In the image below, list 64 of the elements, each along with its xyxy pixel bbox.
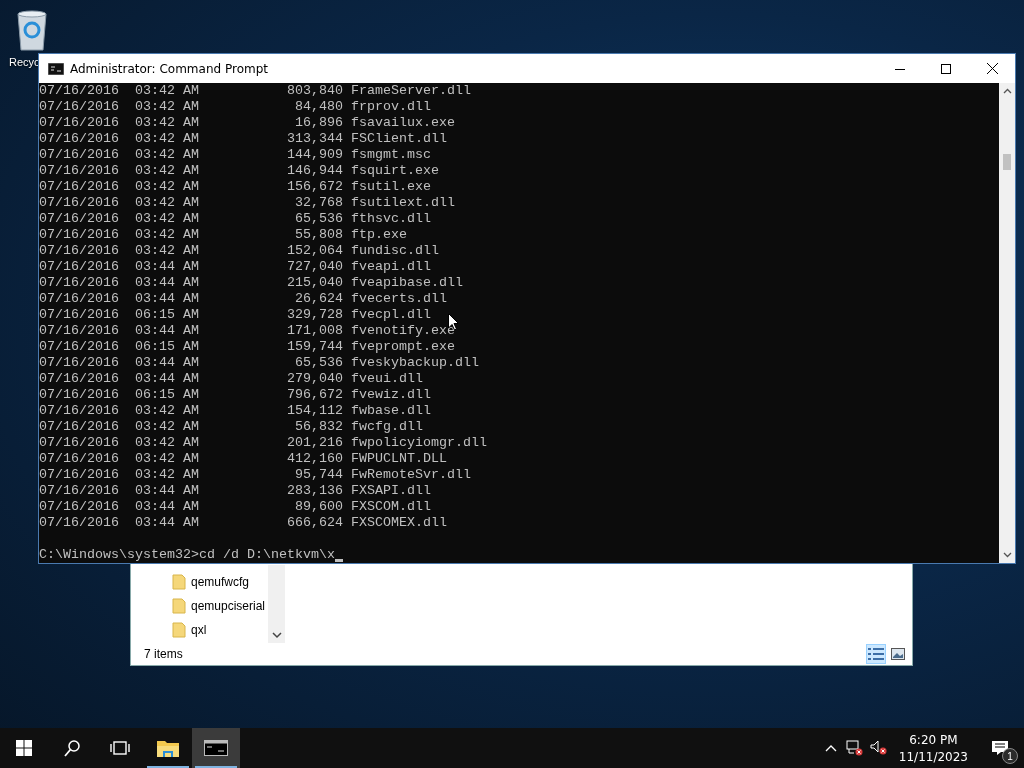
large-icons-view-icon xyxy=(891,648,905,660)
console-line: 07/16/2016 03:42 AM 144,909 fsmgmt.msc xyxy=(39,147,431,163)
console-icon xyxy=(48,62,64,75)
console-line: 07/16/2016 03:44 AM 283,136 FXSAPI.dll xyxy=(39,483,431,499)
item-count: 7 items xyxy=(144,647,183,661)
console-line: 07/16/2016 03:42 AM 65,536 fthsvc.dll xyxy=(39,211,431,227)
folder-icon xyxy=(172,598,186,614)
desktop-icon-label[interactable]: Recyc xyxy=(7,56,40,68)
details-view-icon xyxy=(868,648,884,660)
folder-item[interactable]: qemufwcfg xyxy=(172,573,286,591)
scrollbar[interactable] xyxy=(268,565,285,643)
console-line: 07/16/2016 03:42 AM 146,944 fsquirt.exe xyxy=(39,163,439,179)
close-icon xyxy=(986,63,998,74)
console-line: 07/16/2016 03:42 AM 412,160 FWPUCLNT.DLL xyxy=(39,451,447,467)
console-line: 07/16/2016 03:44 AM 65,536 fveskybackup.dll xyxy=(39,355,479,371)
taskbar-app-button[interactable] xyxy=(192,728,240,768)
console-line: 07/16/2016 03:44 AM 26,624 fvecerts.dll xyxy=(39,291,447,307)
action-center-button[interactable]: 1 xyxy=(976,728,1024,768)
console-line: 07/16/2016 03:42 AM 16,896 fsavailux.exe xyxy=(39,115,455,131)
clock-button[interactable]: 6:20 PM 11/11/2023 xyxy=(890,728,976,768)
console-line: 07/16/2016 03:44 AM 666,624 FXSCOMEX.dll xyxy=(39,515,447,531)
view-button[interactable] xyxy=(866,644,886,664)
folder-icon xyxy=(172,574,186,590)
window-title: Administrator: Command Prompt xyxy=(70,61,268,76)
console-line: 07/16/2016 03:44 AM 89,600 FXSCOM.dll xyxy=(39,499,431,515)
folder-item[interactable]: qemupciserial xyxy=(172,597,286,615)
chevron-up-icon[interactable] xyxy=(1002,88,1012,94)
console-line: 07/16/2016 06:15 AM 159,744 fveprompt.exe xyxy=(39,339,455,355)
chevron-down-icon[interactable] xyxy=(271,631,282,639)
console-line: 07/16/2016 03:42 AM 156,672 fsutil.exe xyxy=(39,179,431,195)
scrollbar[interactable] xyxy=(999,83,1015,563)
console-line: 07/16/2016 03:42 AM 95,744 FwRemoteSvr.dll xyxy=(39,467,471,483)
chevron-down-icon[interactable] xyxy=(1002,552,1012,558)
network-error-icon xyxy=(845,740,864,756)
folder-item[interactable]: qxl xyxy=(172,621,286,639)
console-line: 07/16/2016 03:42 AM 201,216 fwpolicyiomgr.dll xyxy=(39,435,487,451)
windows-logo-icon xyxy=(16,740,32,756)
text-cursor xyxy=(334,559,343,562)
console-line: 07/16/2016 06:15 AM 329,728 fvecpl.dll xyxy=(39,307,431,323)
console-line: 07/16/2016 03:42 AM 313,344 FSClient.dll xyxy=(39,131,447,147)
chevron-up-icon xyxy=(824,744,837,752)
console-line: 07/16/2016 03:44 AM 215,040 fveapibase.dll xyxy=(39,275,463,291)
notification-count: 1 xyxy=(1002,748,1018,764)
search-icon xyxy=(64,739,80,757)
console-line: 07/16/2016 06:15 AM 796,672 fvewiz.dll xyxy=(39,387,431,403)
console-line: 07/16/2016 03:42 AM 32,768 fsutilext.dll xyxy=(39,195,455,211)
scrollbar-thumb[interactable] xyxy=(1003,154,1011,170)
folder-icon xyxy=(157,739,179,757)
console-icon xyxy=(204,740,228,756)
console-line: 07/16/2016 03:42 AM 154,112 fwbase.dll xyxy=(39,403,431,419)
console-line: 07/16/2016 03:42 AM 803,840 FrameServer.dll xyxy=(39,83,471,99)
maximize-icon xyxy=(941,63,951,74)
notification-icon xyxy=(991,740,1009,756)
task-view-icon xyxy=(110,741,130,755)
folder-icon xyxy=(172,622,186,638)
console-line: 07/16/2016 03:42 AM 55,808 ftp.exe xyxy=(39,227,407,243)
console-line: 07/16/2016 03:44 AM 727,040 fveapi.dll xyxy=(39,259,431,275)
console-line: 07/16/2016 03:44 AM 279,040 fveui.dll xyxy=(39,371,423,387)
speaker-muted-icon xyxy=(869,740,888,756)
command-prompt-line[interactable]: C:\Windows\system32>cd /d D:\netkvm\x xyxy=(39,547,335,563)
console-line: 07/16/2016 03:42 AM 84,480 frprov.dll xyxy=(39,99,431,115)
console-line: 07/16/2016 03:44 AM 171,008 fvenotify.exe xyxy=(39,323,455,339)
console-line: 07/16/2016 03:42 AM 56,832 fwcfg.dll xyxy=(39,419,423,435)
console-line: 07/16/2016 03:42 AM 152,064 fundisc.dll xyxy=(39,243,439,259)
